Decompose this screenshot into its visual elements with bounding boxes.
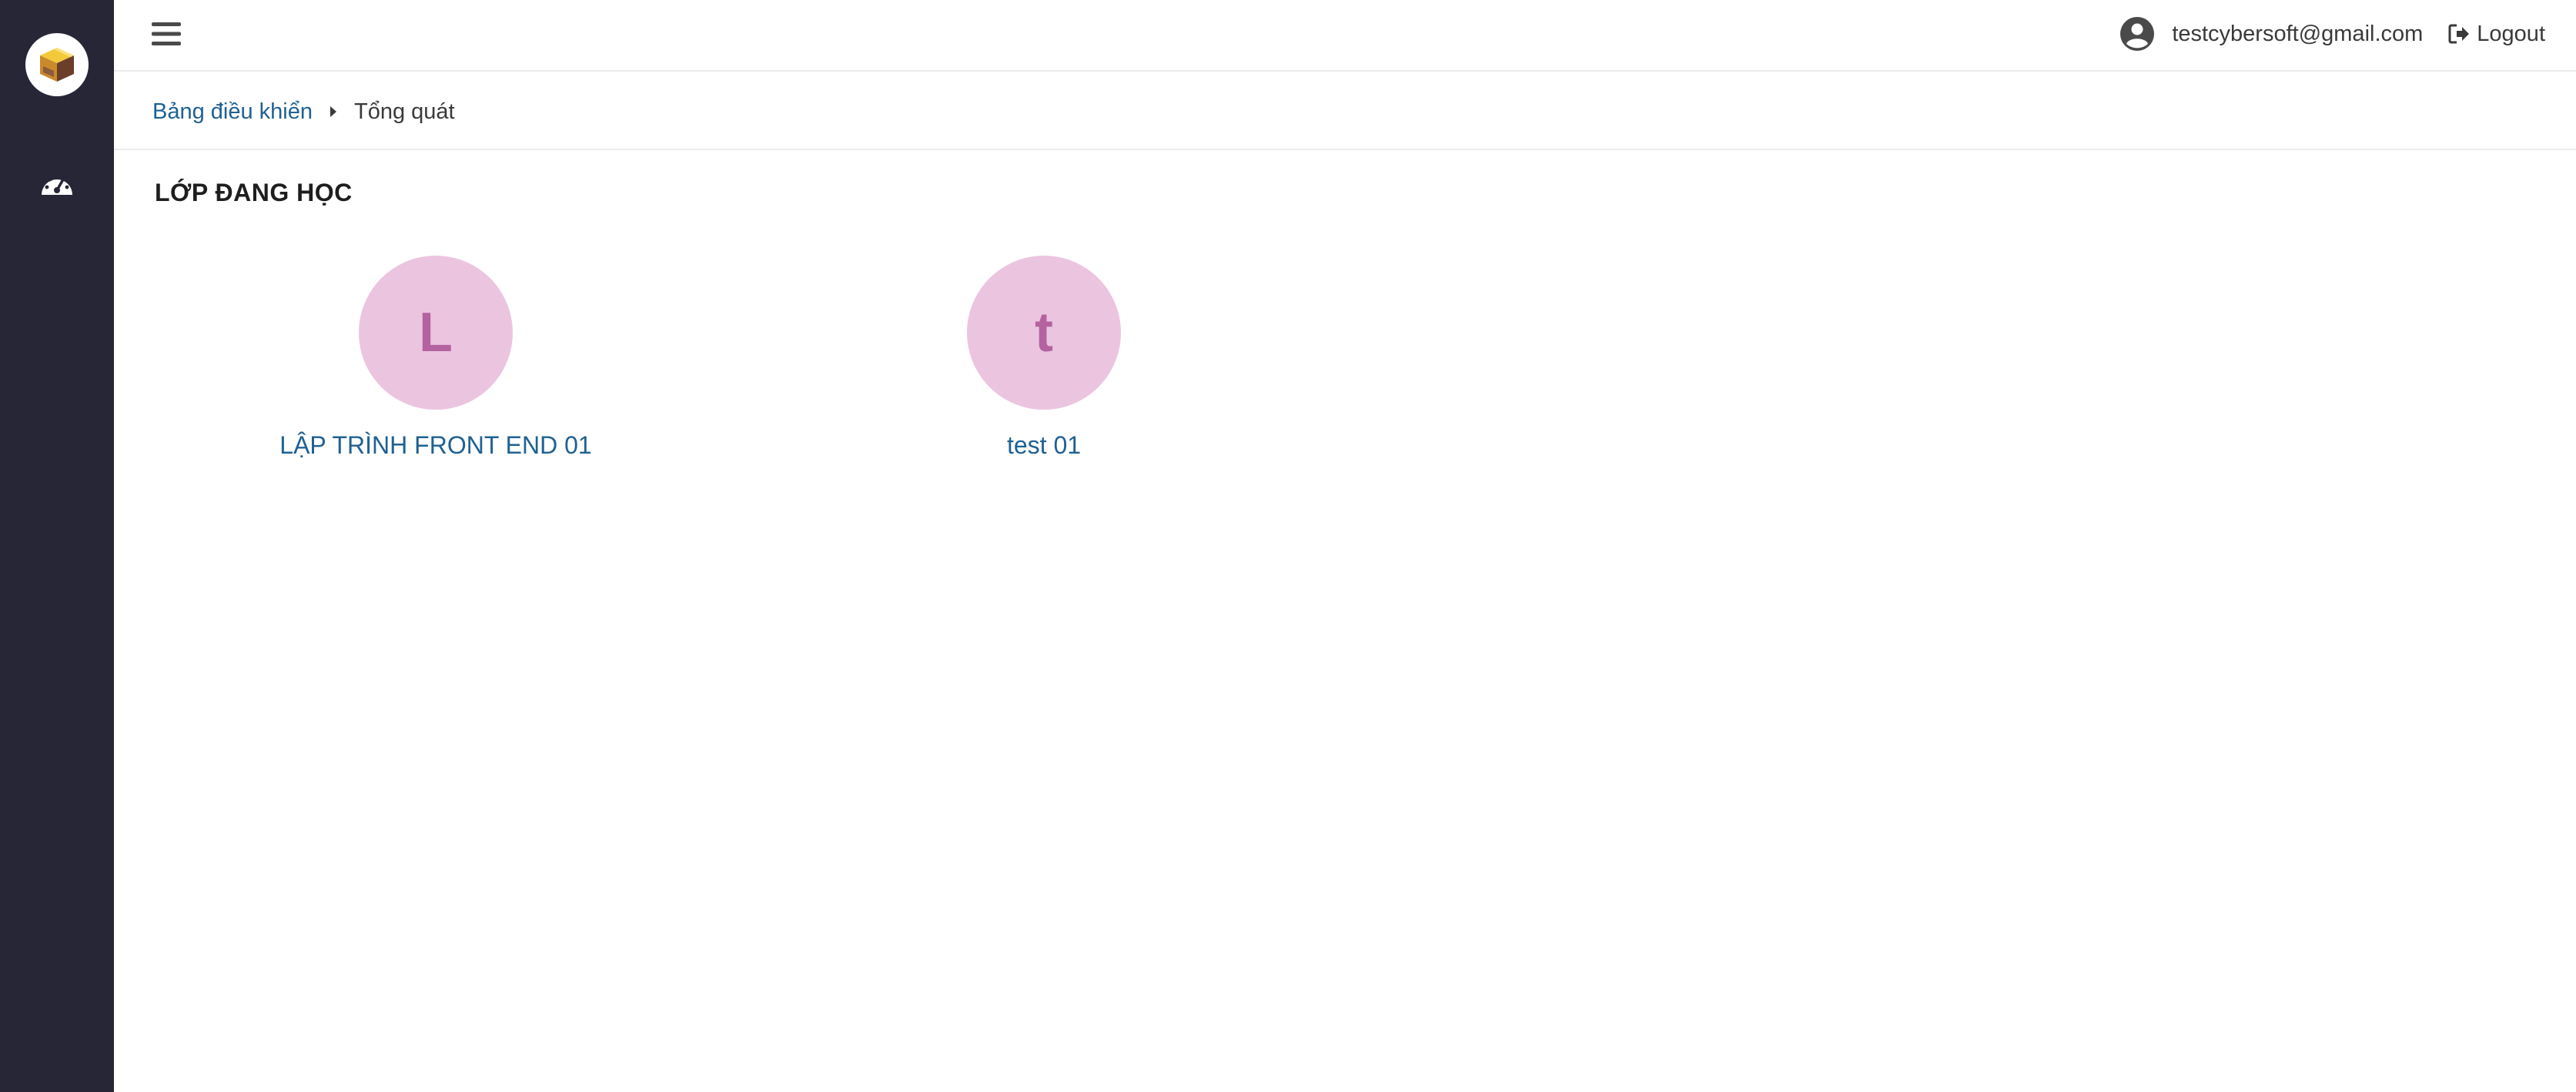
breadcrumb-item-overview: Tổng quát: [354, 99, 455, 124]
menu-toggle-button[interactable]: [151, 18, 182, 49]
sign-out-icon: [2447, 22, 2471, 45]
class-name-link[interactable]: LẬP TRÌNH FRONT END 01: [279, 431, 591, 460]
hamburger-icon: [152, 22, 181, 46]
breadcrumb-bar: Bảng điều khiển Tổng quát: [114, 73, 2576, 150]
top-bar: testcybersoft@gmail.com Logout: [114, 0, 2576, 72]
breadcrumb-item-dashboard[interactable]: Bảng điều khiển: [152, 99, 313, 125]
dashboard-gauge-icon: [39, 169, 75, 199]
logout-button[interactable]: Logout: [2447, 22, 2545, 47]
breadcrumb: Bảng điều khiển Tổng quát: [152, 96, 455, 127]
box-logo-icon: [35, 43, 79, 86]
user-area: testcybersoft@gmail.com Logout: [2119, 15, 2545, 52]
user-circle-icon[interactable]: [2119, 16, 2155, 52]
user-email: testcybersoft@gmail.com: [2172, 21, 2424, 46]
sidebar-item-dashboard[interactable]: [34, 165, 80, 203]
class-name-link[interactable]: test 01: [1007, 431, 1081, 460]
class-avatar: t: [967, 256, 1121, 410]
logout-label: Logout: [2477, 21, 2545, 46]
class-card[interactable]: t test 01: [828, 256, 1260, 460]
caret-right-icon: [323, 102, 343, 122]
class-card[interactable]: L LẬP TRÌNH FRONT END 01: [220, 256, 651, 460]
sidebar: [0, 0, 114, 1092]
app-logo[interactable]: [25, 33, 89, 96]
class-avatar: L: [359, 256, 513, 410]
main-area: testcybersoft@gmail.com Logout Bảng điều…: [114, 0, 2576, 1092]
section-title: LỚP ĐANG HỌC: [155, 179, 353, 206]
